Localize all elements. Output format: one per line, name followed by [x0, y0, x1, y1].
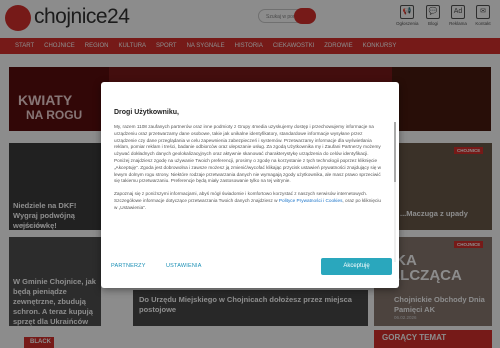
privacy-policy-link[interactable]: Polityce Prywatności i Cookies [279, 198, 343, 203]
consent-text: My, razem 1108 zaufanych partnerów oraz … [114, 124, 382, 184]
consent-text-secondary: Zapoznaj się z poniższymi informacjami, … [114, 191, 382, 211]
consent-modal: Drogi Użytkowniku, My, razem 1108 zaufan… [101, 82, 399, 288]
partners-button[interactable]: PARTNERZY [111, 263, 146, 269]
accept-button[interactable]: Akceptuję [321, 258, 392, 275]
modal-scrollbar-thumb[interactable] [394, 122, 396, 182]
modal-title: Drogi Użytkowniku, [114, 109, 179, 116]
settings-button[interactable]: USTAWIENIA [166, 263, 202, 269]
modal-body: My, razem 1108 zaufanych partnerów oraz … [114, 124, 382, 254]
